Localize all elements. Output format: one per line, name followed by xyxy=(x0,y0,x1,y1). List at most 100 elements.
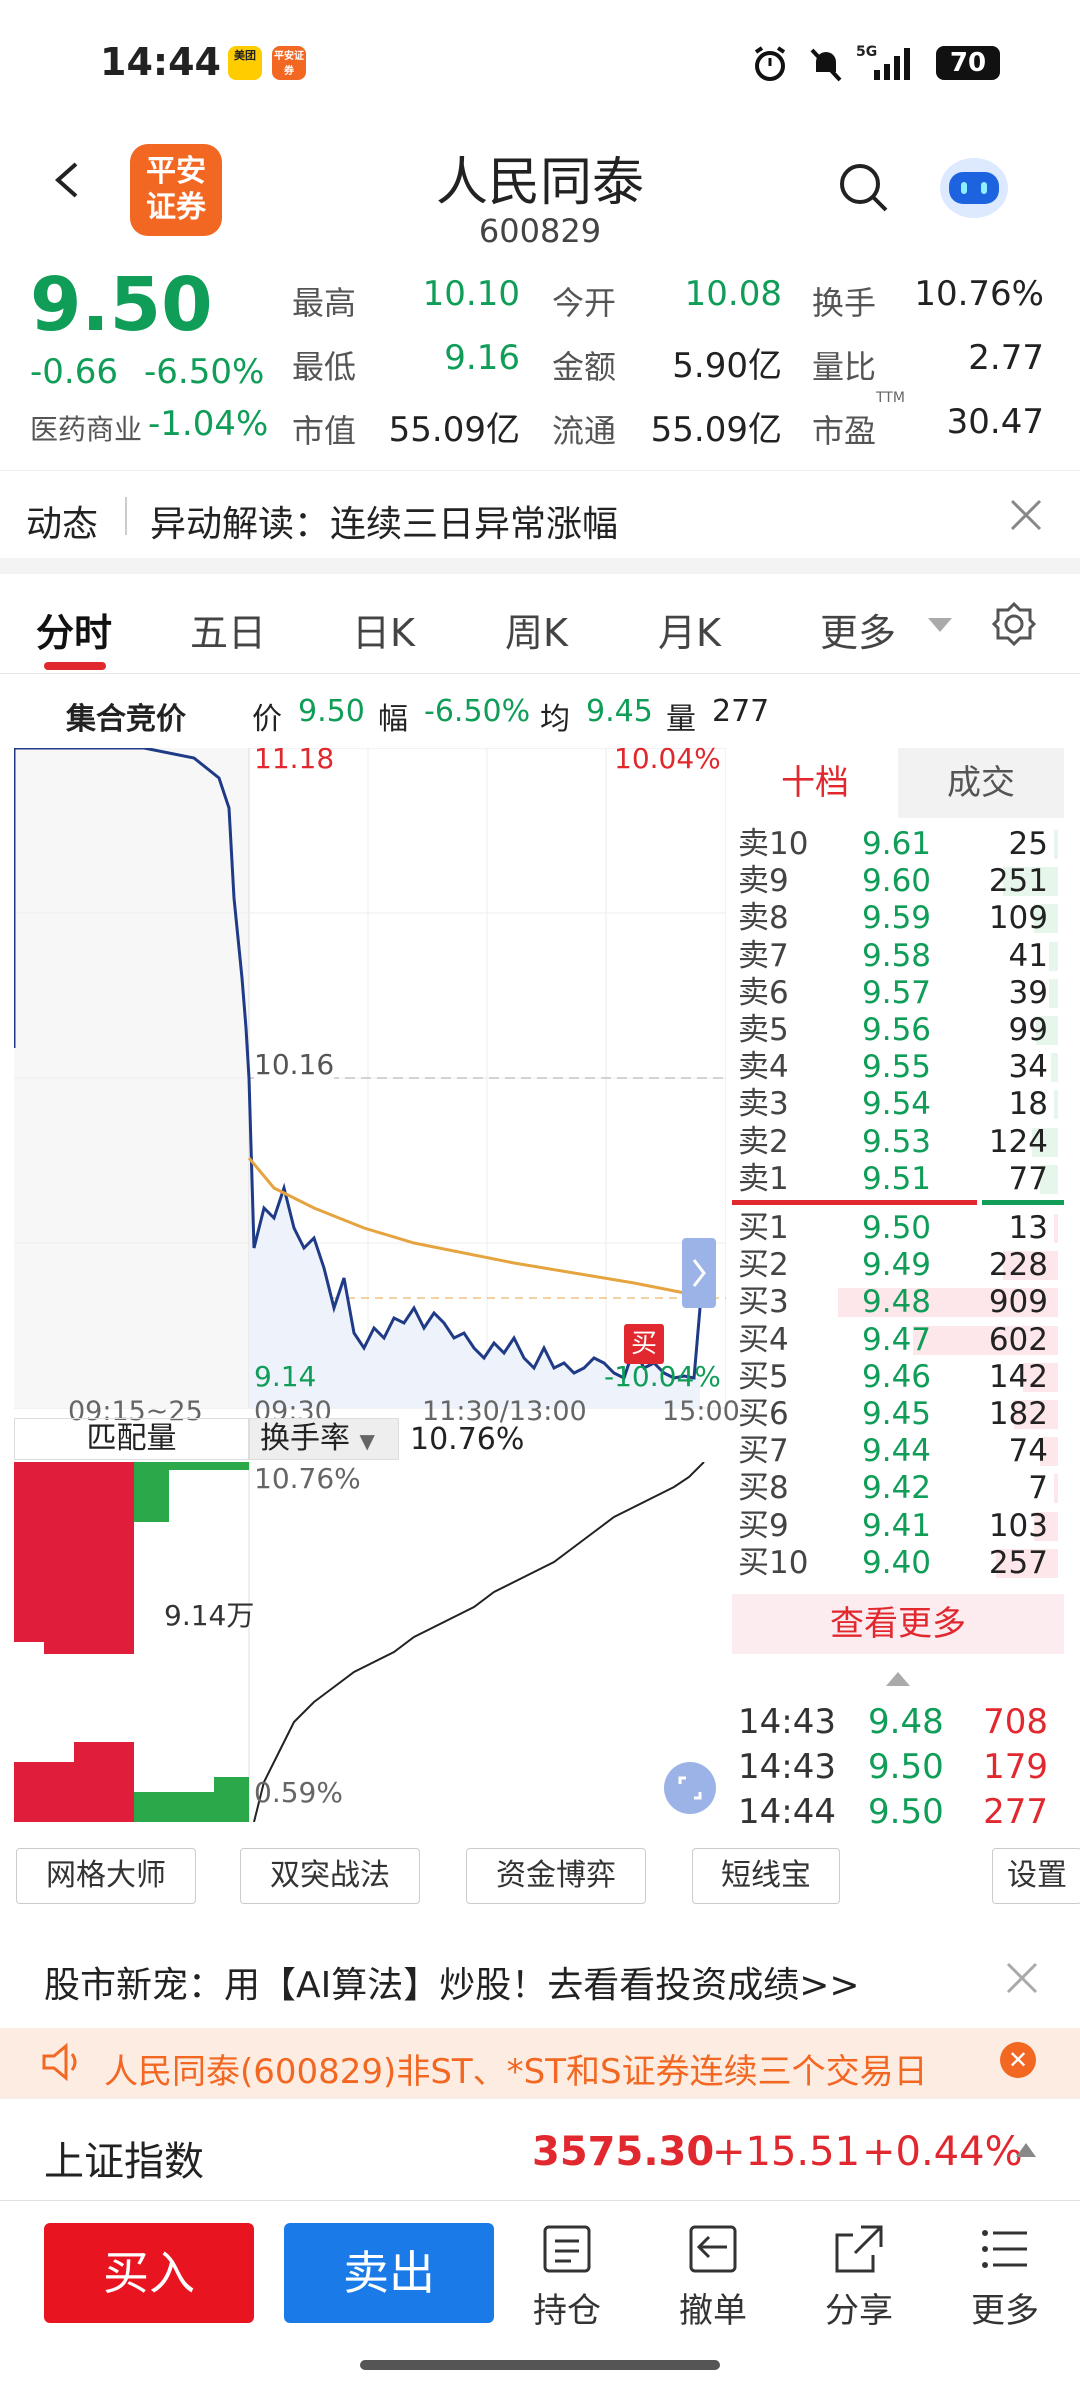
news-text[interactable]: 异动解读：连续三日异常涨幅 xyxy=(150,495,618,547)
buy-marker[interactable]: 买 xyxy=(624,1324,664,1364)
cancel-order-button[interactable]: 撤单 xyxy=(658,2223,768,2332)
bid-row[interactable]: 买5 9.46 142 xyxy=(732,1359,1062,1396)
label-volume-ratio: 量比 xyxy=(812,348,877,386)
bid-price: 9.44 xyxy=(862,1433,932,1470)
bid-row[interactable]: 买7 9.44 74 xyxy=(732,1433,1062,1470)
value-amount: 5.90亿 xyxy=(672,346,782,386)
trade-price: 9.50 xyxy=(868,1747,944,1787)
ask-level: 卖8 xyxy=(738,900,789,937)
close-promo-icon[interactable] xyxy=(1004,1960,1040,1996)
sell-button[interactable]: 卖出 xyxy=(284,2223,494,2323)
info-avg-label: 均 xyxy=(540,702,570,737)
label-high: 最高 xyxy=(292,284,357,322)
ask-row[interactable]: 卖1 9.51 77 xyxy=(732,1161,1062,1198)
ask-volume: 41 xyxy=(1008,937,1048,974)
tab-match-volume[interactable]: 匹配量 xyxy=(14,1418,249,1460)
tab-ten-levels[interactable]: 十档 xyxy=(732,748,898,818)
bid-volume: 103 xyxy=(988,1507,1048,1544)
tab-intraday[interactable]: 分时 xyxy=(36,602,112,657)
index-expand-icon[interactable] xyxy=(1016,2143,1036,2157)
ai-robot-icon[interactable] xyxy=(935,148,1013,226)
tab-more[interactable]: 更多 xyxy=(820,602,896,657)
search-icon[interactable] xyxy=(836,160,892,216)
ask-row[interactable]: 卖5 9.56 99 xyxy=(732,1012,1062,1049)
tab-trades[interactable]: 成交 xyxy=(898,748,1064,818)
bid-volume: 142 xyxy=(988,1358,1048,1395)
positions-button[interactable]: 持仓 xyxy=(512,2223,622,2332)
price-chart-svg xyxy=(14,748,726,1409)
tool-settings[interactable]: 设置 xyxy=(992,1848,1080,1904)
trade-row: 14:43 9.48 708 xyxy=(732,1700,1062,1745)
share-button[interactable]: 分享 xyxy=(804,2223,914,2332)
tab-five-day[interactable]: 五日 xyxy=(190,602,266,657)
bid-row[interactable]: 买6 9.45 182 xyxy=(732,1396,1062,1433)
more-button[interactable]: 更多 xyxy=(950,2223,1060,2332)
ask-volume: 39 xyxy=(1008,974,1048,1011)
bid-price: 9.40 xyxy=(862,1544,932,1581)
caret-down-icon: ▼ xyxy=(359,1429,375,1453)
news-tag: 动态 xyxy=(26,504,99,545)
bid-volume: 228 xyxy=(988,1247,1048,1284)
tab-monthly-k[interactable]: 月K xyxy=(658,602,721,657)
bid-row[interactable]: 买1 9.50 13 xyxy=(732,1210,1062,1247)
bid-row[interactable]: 买4 9.47 602 xyxy=(732,1322,1062,1359)
tool-double-breakout[interactable]: 双突战法 xyxy=(240,1848,420,1904)
tab-turnover-rate[interactable]: 换手率 ▼ xyxy=(249,1418,399,1460)
info-range-label: 幅 xyxy=(378,702,408,737)
trade-price: 9.48 xyxy=(868,1702,944,1742)
index-bar[interactable]: 上证指数 3575.30 +15.51 +0.44% xyxy=(0,2098,1080,2198)
ask-level: 卖1 xyxy=(738,1160,789,1197)
ask-row[interactable]: 卖2 9.53 124 xyxy=(732,1124,1062,1161)
close-icon[interactable] xyxy=(1008,497,1044,533)
bid-row[interactable]: 买8 9.42 7 xyxy=(732,1470,1062,1507)
price-change-pct: -6.50% xyxy=(144,352,265,392)
bid-level: 买7 xyxy=(738,1433,789,1470)
value-float-cap: 55.09亿 xyxy=(650,410,782,450)
chevron-down-icon[interactable] xyxy=(928,618,952,634)
alert-text[interactable]: 人民同泰(600829)非ST、*ST和S证券连续三个交易日 xyxy=(104,2044,928,2093)
ask-row[interactable]: 卖4 9.55 34 xyxy=(732,1049,1062,1086)
tool-short-term[interactable]: 短线宝 xyxy=(692,1848,840,1904)
bid-volume: 909 xyxy=(988,1284,1048,1321)
ask-row[interactable]: 卖10 9.61 25 xyxy=(732,826,1062,863)
bid-row[interactable]: 买10 9.40 257 xyxy=(732,1545,1062,1582)
intraday-chart[interactable]: 11.18 10.04% 10.16 9.14 -10.04% 买 09:15~… xyxy=(14,742,740,1427)
alarm-icon xyxy=(754,46,786,81)
news-bar[interactable]: 动态 异动解读：连续三日异常涨幅 xyxy=(0,470,1080,560)
ask-volume: 251 xyxy=(988,863,1048,900)
alert-banner[interactable]: 人民同泰(600829)非ST、*ST和S证券连续三个交易日 ✕ xyxy=(0,2028,1080,2098)
value-open: 10.08 xyxy=(684,274,782,314)
bid-row[interactable]: 买3 9.48 909 xyxy=(732,1284,1062,1321)
ask-row[interactable]: 卖6 9.57 39 xyxy=(732,975,1062,1012)
ask-volume-bar xyxy=(1051,1053,1058,1083)
tool-grid-master[interactable]: 网格大师 xyxy=(16,1848,196,1904)
bid-price: 9.46 xyxy=(862,1358,932,1395)
ask-volume: 99 xyxy=(1008,1012,1048,1048)
sector-name[interactable]: 医药商业 xyxy=(30,408,142,448)
promo-banner[interactable]: 股市新宠：用【AI算法】炒股！去看看投资成绩>> xyxy=(0,1928,1080,2028)
ask-level: 卖10 xyxy=(738,826,809,862)
info-price: 9.50 xyxy=(298,694,365,729)
expand-up-icon[interactable] xyxy=(886,1672,910,1686)
bid-row[interactable]: 买2 9.49 228 xyxy=(732,1247,1062,1284)
ask-row[interactable]: 卖8 9.59 109 xyxy=(732,900,1062,937)
ask-row[interactable]: 卖9 9.60 251 xyxy=(732,863,1062,900)
view-more-button[interactable]: 查看更多 xyxy=(732,1594,1064,1654)
bid-list: 买1 9.50 13 买2 9.49 228 买3 9.48 909 买4 9.47 602 买5 9.4… xyxy=(732,1210,1064,1582)
tab-weekly-k[interactable]: 周K xyxy=(505,602,568,657)
tool-capital-game[interactable]: 资金博弈 xyxy=(466,1848,646,1904)
sub-chart[interactable]: 匹配量 换手率 ▼ 10.76% 10.76% 9.14万 0.59% xyxy=(14,1418,726,1828)
bid-price: 9.49 xyxy=(862,1247,932,1284)
gear-icon[interactable] xyxy=(990,600,1038,648)
ask-row[interactable]: 卖3 9.54 18 xyxy=(732,1086,1062,1123)
ask-row[interactable]: 卖7 9.58 41 xyxy=(732,938,1062,975)
promo-text[interactable]: 股市新宠：用【AI算法】炒股！去看看投资成绩>> xyxy=(44,1956,860,2008)
bid-row[interactable]: 买9 9.41 103 xyxy=(732,1508,1062,1545)
ask-level: 卖9 xyxy=(738,863,789,900)
ask-level: 卖4 xyxy=(738,1049,789,1086)
close-alert-icon[interactable]: ✕ xyxy=(1000,2042,1036,2078)
last-price: 9.50 xyxy=(30,262,213,348)
fullscreen-icon[interactable] xyxy=(664,1762,716,1814)
tab-daily-k[interactable]: 日K xyxy=(352,602,415,657)
buy-button[interactable]: 买入 xyxy=(44,2223,254,2323)
